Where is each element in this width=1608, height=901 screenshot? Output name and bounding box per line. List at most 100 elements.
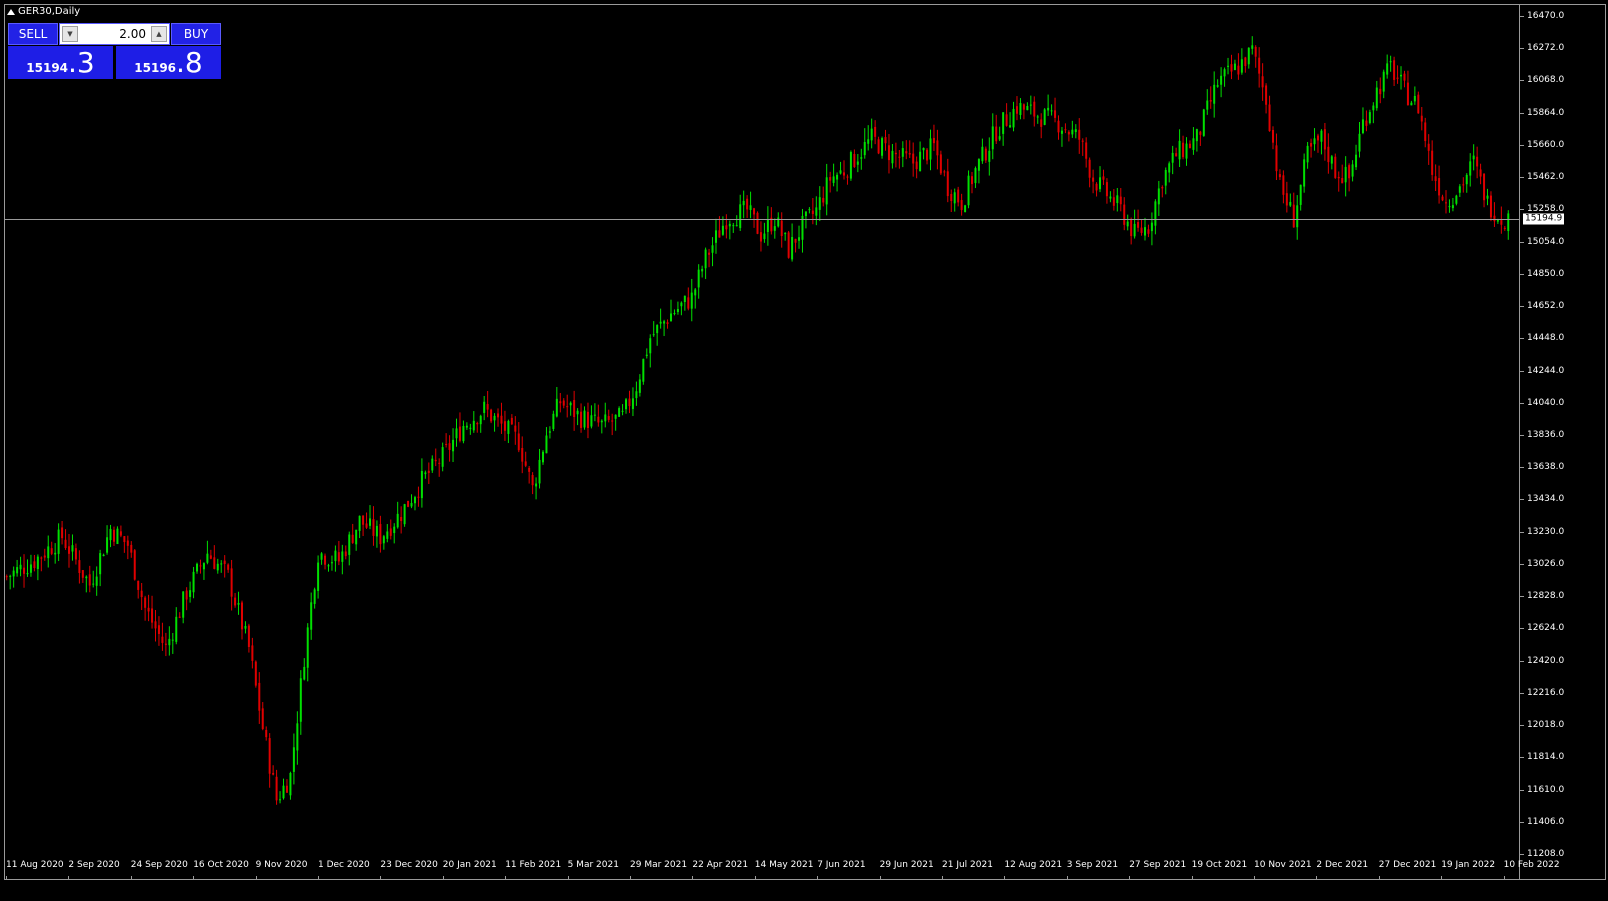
candle-body bbox=[1444, 202, 1447, 204]
candle-body bbox=[1092, 177, 1095, 182]
candle bbox=[479, 414, 482, 433]
candle-body bbox=[704, 249, 707, 269]
candle bbox=[106, 525, 109, 555]
candle bbox=[372, 506, 375, 546]
candle-body bbox=[580, 411, 583, 428]
candle-body bbox=[299, 678, 302, 722]
collapse-triangle-icon[interactable] bbox=[7, 8, 15, 15]
buy-button[interactable]: BUY bbox=[171, 23, 221, 45]
candle bbox=[894, 142, 897, 168]
candle bbox=[1306, 141, 1309, 169]
candle bbox=[365, 512, 368, 529]
candle bbox=[1137, 209, 1140, 232]
lot-increase-icon[interactable]: ▲ bbox=[151, 26, 167, 42]
candle bbox=[351, 523, 354, 544]
candle bbox=[1178, 129, 1181, 167]
candle-body bbox=[1258, 57, 1261, 74]
candle-body bbox=[178, 616, 181, 618]
candle-body bbox=[1133, 223, 1136, 237]
candle-body bbox=[687, 297, 690, 309]
x-tick-label: 9 Nov 2020 bbox=[255, 860, 308, 870]
candle bbox=[1009, 112, 1012, 128]
candle-body bbox=[1465, 174, 1468, 185]
candle-body bbox=[85, 576, 88, 579]
candle-body bbox=[320, 553, 323, 560]
candle bbox=[1019, 98, 1022, 120]
candle-body bbox=[396, 513, 399, 528]
candle bbox=[1448, 199, 1451, 213]
candle-body bbox=[535, 483, 538, 487]
candle bbox=[510, 414, 513, 426]
candle bbox=[1002, 112, 1005, 146]
candle bbox=[1299, 184, 1302, 211]
x-tick-label: 10 Feb 2022 bbox=[1503, 860, 1560, 870]
candle-body bbox=[1033, 101, 1036, 117]
candle bbox=[1036, 114, 1039, 124]
candle-body bbox=[697, 269, 700, 288]
candle-body bbox=[825, 177, 828, 205]
y-tick-mark bbox=[1520, 499, 1524, 501]
candle-body bbox=[787, 232, 790, 258]
x-tick-mark bbox=[754, 876, 756, 880]
candle-body bbox=[673, 313, 676, 315]
candle bbox=[1078, 118, 1081, 154]
sell-price-box[interactable]: 15194 .3 bbox=[8, 46, 113, 79]
candle-body bbox=[189, 590, 192, 597]
candle-body bbox=[503, 421, 506, 431]
candle bbox=[1500, 206, 1503, 234]
candlestick-plot[interactable] bbox=[5, 5, 1520, 860]
candle-body bbox=[1071, 129, 1074, 135]
candle bbox=[57, 523, 60, 562]
candle bbox=[1012, 101, 1015, 132]
candle-body bbox=[465, 425, 468, 428]
candle bbox=[673, 309, 676, 316]
candle bbox=[635, 381, 638, 406]
candle-body bbox=[29, 564, 32, 573]
candle-body bbox=[1455, 195, 1458, 204]
candle-body bbox=[375, 525, 378, 537]
lot-size-input[interactable] bbox=[80, 25, 146, 43]
candle bbox=[704, 247, 707, 280]
candle-body bbox=[5, 576, 8, 578]
lot-decrease-icon[interactable]: ▼ bbox=[62, 26, 78, 42]
candle-body bbox=[68, 546, 71, 554]
candle bbox=[964, 204, 967, 213]
candle-body bbox=[1126, 221, 1129, 227]
candle-body bbox=[1265, 85, 1268, 105]
candle-body bbox=[358, 515, 361, 531]
candle bbox=[296, 711, 299, 765]
candle-body bbox=[631, 398, 634, 409]
candle bbox=[1081, 138, 1084, 156]
candle bbox=[1109, 191, 1112, 203]
candle bbox=[1254, 45, 1257, 68]
candle-body bbox=[988, 150, 991, 162]
candle bbox=[836, 172, 839, 192]
candle bbox=[791, 223, 794, 262]
candle-body bbox=[1195, 129, 1198, 142]
candle bbox=[324, 553, 327, 570]
candle bbox=[763, 222, 766, 243]
candle bbox=[476, 421, 479, 433]
candle bbox=[99, 549, 102, 587]
candle-body bbox=[718, 230, 721, 238]
candle bbox=[874, 120, 877, 145]
candle-body bbox=[1043, 109, 1046, 125]
candle-body bbox=[1171, 152, 1174, 163]
candle-body bbox=[822, 197, 825, 203]
buy-price-box[interactable]: 15196 .8 bbox=[116, 46, 221, 79]
candle bbox=[483, 395, 486, 421]
y-tick-mark bbox=[1520, 47, 1524, 49]
candle bbox=[1050, 104, 1053, 116]
candle-body bbox=[99, 553, 102, 575]
candle-body bbox=[548, 431, 551, 433]
candle bbox=[95, 566, 98, 596]
sell-button[interactable]: SELL bbox=[8, 23, 58, 45]
candle bbox=[991, 113, 994, 160]
y-tick-label: 16068.0 bbox=[1527, 75, 1565, 86]
candle-body bbox=[756, 212, 759, 234]
candle bbox=[1458, 184, 1461, 197]
candle-body bbox=[1220, 75, 1223, 85]
candle bbox=[822, 186, 825, 207]
candle-body bbox=[1188, 143, 1191, 149]
candle-body bbox=[23, 567, 26, 574]
